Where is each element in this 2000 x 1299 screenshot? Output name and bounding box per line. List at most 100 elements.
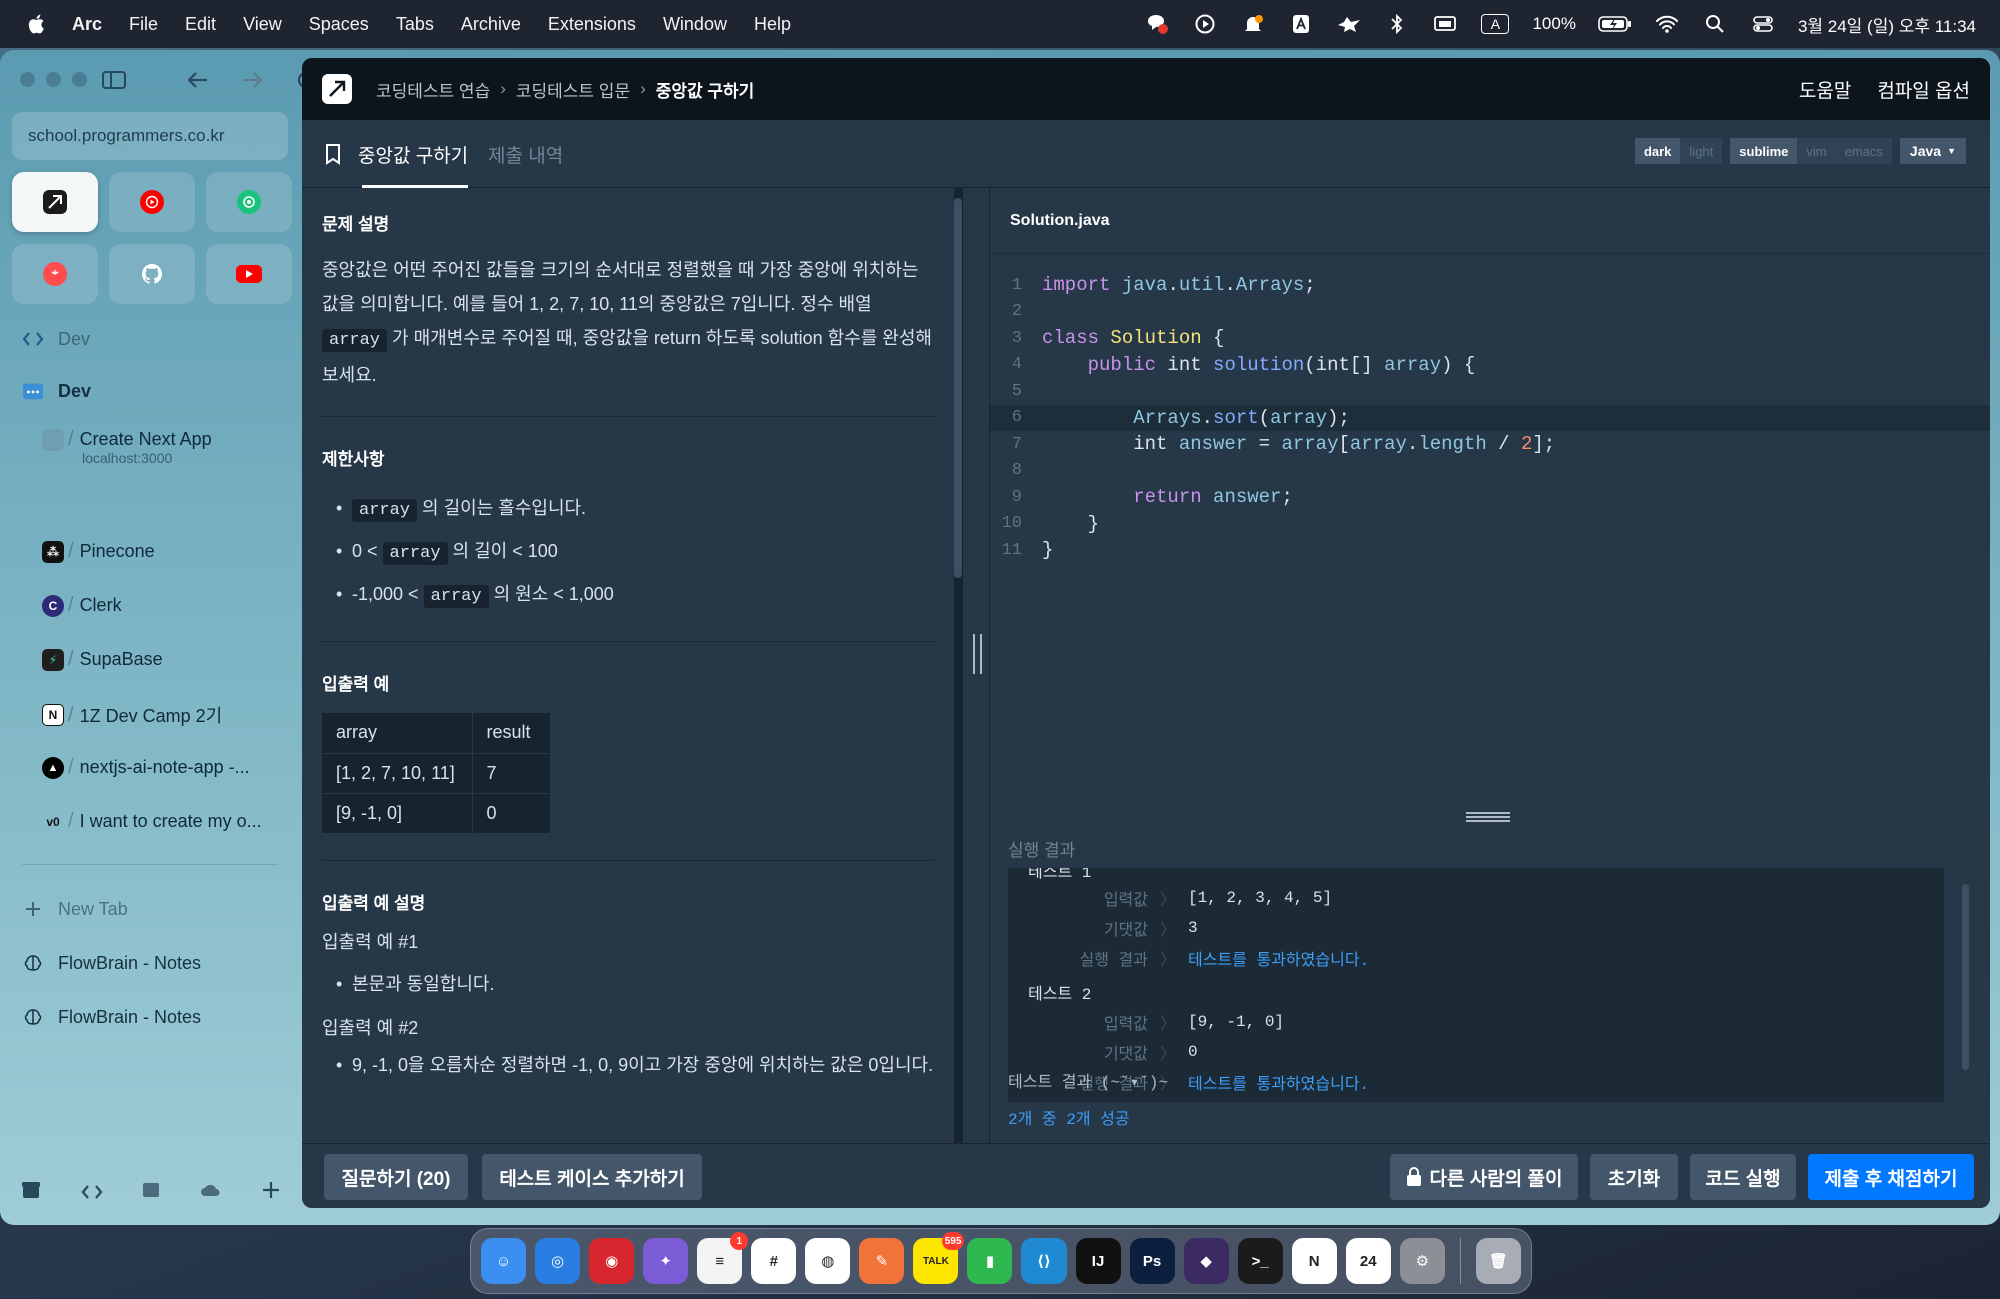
drag-handle-icon[interactable] [973,634,982,674]
folder-dev[interactable]: Dev [22,380,91,402]
help-link[interactable]: 도움말 [1799,76,1851,103]
sidebar-tab-supabase[interactable]: ⚡ / SupaBase [42,648,282,671]
reminders-icon[interactable]: ≡ 1 [697,1232,749,1284]
sidebar-tab-dev-camp[interactable]: N / 1Z Dev Camp 2기 [42,702,282,728]
favorite-youtube-music[interactable] [109,172,195,232]
play-circle-icon[interactable] [1192,13,1218,35]
notification-bell-icon[interactable] [1240,13,1266,35]
back-arrow-icon[interactable] [184,66,212,94]
favorite-youtube[interactable] [206,244,292,304]
theme-dark-button[interactable]: dark [1634,138,1681,164]
clock-datetime[interactable]: 3월 24일 (일) 오후 11:34 [1798,12,1976,37]
menu-help[interactable]: Help [754,14,791,35]
sidebar-tab-flowbrain-2[interactable]: FlowBrain - Notes [22,1006,201,1028]
photo-booth-icon[interactable]: ◉ [589,1238,635,1284]
sidebar-tab-create-next-app[interactable]: / Create Next App [42,428,282,451]
description-scrollbar[interactable] [954,188,962,1143]
keymap-emacs-button[interactable]: emacs [1835,138,1892,164]
sidebar-tab-pinecone[interactable]: ⁂ / Pinecone [42,540,282,563]
tab-problem[interactable]: 중앙값 구하기 [324,120,469,188]
menu-window[interactable]: Window [663,14,727,35]
run-code-button[interactable]: 코드 실행 [1690,1154,1796,1200]
forward-arrow-icon[interactable] [238,66,266,94]
spotlight-search-icon[interactable] [1702,13,1728,35]
others-solution-button[interactable]: 다른 사람의 풀이 [1390,1154,1578,1200]
screen-mirroring-icon[interactable] [1432,13,1458,35]
tab-submissions[interactable]: 제출 내역 [488,120,563,188]
bookmark-icon[interactable] [324,143,342,165]
theme-light-button[interactable]: light [1680,138,1723,164]
breadcrumb-item[interactable]: 코딩테스트 연습 [376,77,490,102]
terminal-icon[interactable]: >_ [1237,1238,1283,1284]
messenger-status-icon[interactable] [1144,13,1170,35]
scrollbar-thumb[interactable] [954,198,962,578]
apple-icon[interactable] [26,12,48,36]
obsidian-icon[interactable]: ◆ [1183,1238,1229,1284]
slack-icon[interactable]: # [751,1238,797,1284]
address-bar[interactable]: school.programmers.co.kr [12,112,288,160]
menu-tabs[interactable]: Tabs [396,14,434,35]
battery-icon[interactable] [1598,13,1632,35]
add-testcase-button[interactable]: 테스트 케이스 추가하기 [482,1154,702,1200]
reset-button[interactable]: 초기화 [1590,1154,1678,1200]
notion-icon[interactable]: N [1291,1238,1337,1284]
code-area[interactable]: 1 import java. util. Arrays; 2 3 class Solut… [990,272,1990,564]
breadcrumb-item[interactable]: 코딩테스트 입문 [516,77,630,102]
menu-spaces[interactable]: Spaces [309,14,369,35]
menu-app-name[interactable]: Arc [72,14,102,35]
pencil-icon[interactable]: ✎ [859,1238,905,1284]
keymap-sublime-button[interactable]: sublime [1730,138,1798,164]
favorite-tomato[interactable] [12,244,98,304]
safari-icon[interactable]: ◎ [535,1238,581,1284]
sidebar-tab-clerk[interactable]: C / Clerk [42,594,282,617]
space-dev-icon[interactable] [81,1180,103,1206]
keymap-vim-button[interactable]: vim [1797,138,1836,164]
toggle-sidebar-icon[interactable] [100,66,128,94]
compile-options-link[interactable]: 컴파일 옵션 [1877,76,1970,103]
results-scrollbar[interactable] [1962,884,1969,1070]
space-cloud-icon[interactable] [200,1180,222,1206]
space-switcher[interactable]: Dev [22,328,90,350]
language-select[interactable]: Java ▼ [1899,138,1966,164]
close-window-button[interactable] [20,72,35,87]
photoshop-icon[interactable]: Ps [1129,1238,1175,1284]
archive-icon[interactable] [20,1179,42,1207]
add-space-icon[interactable] [260,1179,282,1207]
menu-view[interactable]: View [243,14,282,35]
ask-question-button[interactable]: 질문하기 (20) [324,1154,468,1200]
programmers-logo-icon[interactable] [322,74,352,104]
paw-icon[interactable]: ✦ [643,1238,689,1284]
chrome-icon[interactable]: ◍ [805,1238,851,1284]
menu-file[interactable]: File [129,14,158,35]
favorite-programmers[interactable] [12,172,98,232]
menu-edit[interactable]: Edit [185,14,216,35]
trash-icon[interactable]: 🗑 [1475,1238,1521,1284]
favorite-github[interactable] [109,244,195,304]
bluetooth-icon[interactable] [1384,13,1410,35]
new-tab-button[interactable]: New Tab [22,898,128,920]
wifi-icon[interactable] [1654,13,1680,35]
finder-icon[interactable]: ☺ [481,1238,527,1284]
panel-splitter[interactable] [962,188,990,1143]
bartender-icon[interactable] [1336,13,1362,35]
code-editor[interactable]: Solution.java 1 import java. util. Arrays; … [990,188,1990,804]
favorite-chatgpt[interactable] [206,172,292,232]
sidebar-tab-nextjs-ai-note-app[interactable]: ▲ / nextjs-ai-note-app -... [42,756,282,779]
editor-resize-handle[interactable] [990,804,1990,828]
calendar-24-icon[interactable]: 24 [1345,1238,1391,1284]
system-settings-icon[interactable]: ⚙ [1399,1238,1445,1284]
kakaotalk-icon[interactable]: TALK 595 [913,1232,965,1284]
sidebar-tab-flowbrain-1[interactable]: FlowBrain - Notes [22,952,201,974]
intellij-icon[interactable]: IJ [1075,1238,1121,1284]
input-source-icon[interactable]: A [1480,13,1510,35]
numbers-icon[interactable]: ▮ [967,1238,1013,1284]
space-square-icon[interactable] [141,1180,161,1206]
sidebar-tab-v0[interactable]: v0 / I want to create my o... [42,810,282,833]
menu-extensions[interactable]: Extensions [548,14,636,35]
minimize-window-button[interactable] [46,72,61,87]
text-input-icon[interactable] [1288,13,1314,35]
menu-archive[interactable]: Archive [461,14,521,35]
vscode-icon[interactable]: ⟨⟩ [1021,1238,1067,1284]
control-center-icon[interactable] [1750,13,1776,35]
zoom-window-button[interactable] [72,72,87,87]
